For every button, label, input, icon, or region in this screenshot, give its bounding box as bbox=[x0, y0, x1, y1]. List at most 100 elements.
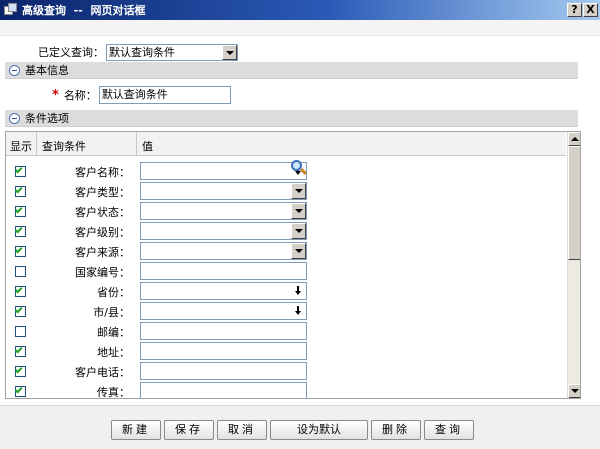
show-checkbox[interactable] bbox=[14, 165, 26, 177]
show-checkbox[interactable] bbox=[14, 385, 26, 397]
table-row: 国家编号： bbox=[6, 261, 566, 281]
show-checkbox[interactable] bbox=[14, 285, 26, 297]
condition-label: 客户电话： bbox=[75, 366, 130, 379]
check-icon bbox=[14, 165, 23, 174]
condition-input[interactable] bbox=[140, 362, 307, 380]
show-checkbox[interactable] bbox=[14, 345, 26, 357]
help-button[interactable]: ? bbox=[567, 3, 582, 17]
arrow-down-icon[interactable] bbox=[295, 286, 302, 297]
show-checkbox[interactable] bbox=[15, 266, 26, 277]
show-checkbox[interactable] bbox=[14, 365, 26, 377]
picker-field[interactable] bbox=[140, 302, 307, 320]
condition-label: 国家编号： bbox=[75, 266, 130, 279]
condition-input[interactable] bbox=[140, 342, 307, 360]
picker-field[interactable] bbox=[140, 282, 307, 300]
condition-label: 省份： bbox=[97, 286, 130, 299]
predefined-query: 已定义查询： 默认查询条件 bbox=[38, 44, 238, 61]
check-icon bbox=[14, 365, 23, 374]
dropdown-arrow-icon[interactable] bbox=[291, 223, 306, 239]
name-label: 名称： bbox=[63, 89, 97, 102]
condition-select[interactable] bbox=[140, 222, 307, 240]
table-row: 客户级别： bbox=[6, 221, 566, 241]
check-icon bbox=[14, 305, 23, 314]
basic-info-section[interactable]: 基本信息 bbox=[5, 62, 578, 79]
condition-label: 传真： bbox=[97, 386, 130, 399]
table-row: 省份： bbox=[6, 281, 566, 301]
name-row: * 名称： 默认查询条件 bbox=[52, 86, 231, 104]
dropdown-arrow-icon[interactable] bbox=[291, 183, 306, 199]
condition-section-title: 条件选项 bbox=[25, 112, 69, 125]
condition-label: 客户级别： bbox=[75, 226, 130, 239]
condition-select[interactable] bbox=[140, 242, 307, 260]
table-row: 客户来源： bbox=[6, 241, 566, 261]
header-value: 值 bbox=[142, 140, 153, 153]
table-row: 邮编： bbox=[6, 321, 566, 341]
condition-select[interactable] bbox=[140, 182, 307, 200]
condition-label: 客户类型： bbox=[75, 186, 130, 199]
check-icon bbox=[14, 185, 23, 194]
check-icon bbox=[14, 385, 23, 394]
condition-input[interactable] bbox=[140, 262, 307, 280]
check-icon bbox=[14, 345, 23, 354]
save-button[interactable]: 保存 bbox=[164, 420, 214, 440]
scroll-up-icon[interactable] bbox=[568, 132, 580, 146]
predefined-query-value: 默认查询条件 bbox=[109, 46, 175, 59]
condition-input[interactable] bbox=[140, 322, 307, 340]
dropdown-arrow-icon[interactable] bbox=[222, 45, 237, 60]
column-separator bbox=[36, 132, 37, 156]
table-row: 客户电话： bbox=[6, 361, 566, 381]
picker-field[interactable] bbox=[140, 162, 307, 180]
show-checkbox[interactable] bbox=[14, 185, 26, 197]
header-show: 显示 bbox=[10, 140, 32, 153]
title-bar: 高级查询 -- 网页对话框 ? X bbox=[0, 0, 600, 20]
cancel-button[interactable]: 取消 bbox=[217, 420, 267, 440]
check-icon bbox=[14, 285, 23, 294]
set-default-button[interactable]: 设为默认 bbox=[270, 420, 368, 440]
header-condition: 查询条件 bbox=[42, 140, 86, 153]
table-row: 地址： bbox=[6, 341, 566, 361]
show-checkbox[interactable] bbox=[14, 245, 26, 257]
show-checkbox[interactable] bbox=[15, 326, 26, 337]
condition-select[interactable] bbox=[140, 202, 307, 220]
delete-button[interactable]: 删除 bbox=[371, 420, 421, 440]
condition-label: 客户状态： bbox=[75, 206, 130, 219]
check-icon bbox=[14, 205, 23, 214]
toolbar-strip bbox=[0, 20, 600, 36]
condition-label: 客户名称： bbox=[75, 166, 130, 179]
check-icon bbox=[14, 245, 23, 254]
search-icon[interactable] bbox=[289, 159, 308, 177]
window-icon bbox=[4, 3, 18, 17]
window-title: 高级查询 -- 网页对话框 bbox=[22, 4, 146, 17]
condition-input[interactable] bbox=[140, 382, 307, 398]
vertical-scrollbar[interactable] bbox=[567, 132, 580, 398]
condition-label: 市/县： bbox=[93, 306, 130, 319]
predefined-query-select[interactable]: 默认查询条件 bbox=[106, 44, 238, 61]
table-row: 传真： bbox=[6, 381, 566, 399]
show-checkbox[interactable] bbox=[14, 225, 26, 237]
condition-label: 邮编： bbox=[97, 326, 130, 339]
close-button[interactable]: X bbox=[583, 3, 598, 17]
arrow-down-icon[interactable] bbox=[295, 306, 302, 317]
basic-info-title: 基本信息 bbox=[25, 64, 69, 77]
collapse-icon[interactable] bbox=[9, 112, 20, 124]
new-button[interactable]: 新建 bbox=[111, 420, 161, 440]
name-input[interactable]: 默认查询条件 bbox=[98, 86, 231, 104]
predefined-query-label: 已定义查询： bbox=[38, 45, 104, 59]
condition-label: 地址： bbox=[97, 346, 130, 359]
required-mark: * bbox=[52, 87, 59, 103]
query-button[interactable]: 查询 bbox=[424, 420, 474, 440]
check-icon bbox=[14, 225, 23, 234]
button-bar: 新建 保存 取消 设为默认 删除 查询 bbox=[0, 405, 600, 449]
scroll-down-icon[interactable] bbox=[568, 384, 580, 398]
collapse-icon[interactable] bbox=[9, 64, 20, 76]
table-row: 客户状态： bbox=[6, 201, 566, 221]
condition-section[interactable]: 条件选项 bbox=[5, 110, 578, 127]
dropdown-arrow-icon[interactable] bbox=[291, 243, 306, 259]
table-row: 市/县： bbox=[6, 301, 566, 321]
dropdown-arrow-icon[interactable] bbox=[291, 203, 306, 219]
show-checkbox[interactable] bbox=[14, 205, 26, 217]
scroll-thumb[interactable] bbox=[568, 146, 580, 260]
condition-label: 客户来源： bbox=[75, 246, 130, 259]
column-separator bbox=[136, 132, 137, 156]
show-checkbox[interactable] bbox=[14, 305, 26, 317]
